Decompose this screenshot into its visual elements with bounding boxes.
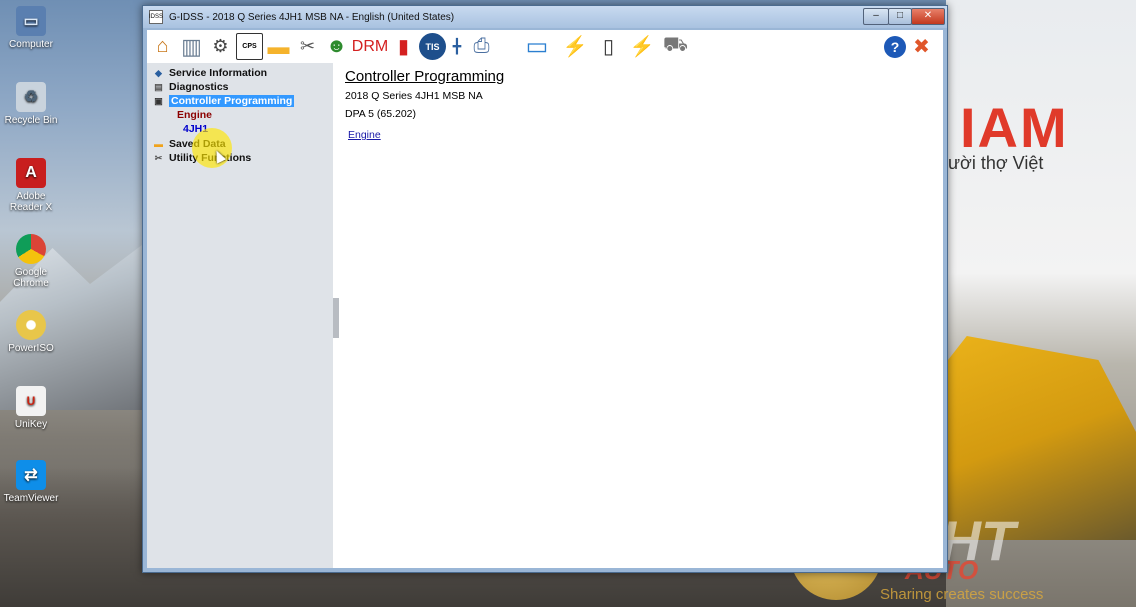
tree-item-diagnostics[interactable]: ▤ Diagnostics: [153, 81, 228, 93]
tree-item-service-information[interactable]: ◆ Service Information: [153, 67, 267, 79]
computer-icon: ▭: [16, 6, 46, 36]
exit-icon[interactable]: ✖: [908, 33, 935, 60]
wallpaper-brand-sub: ười thợ Việt: [948, 153, 1044, 173]
main-toolbar: ⌂ ▥ ⚙ CPS ▬ ✂ ☻ DRM ▮ TIS ╋ ⎙ ▭ ⚡ ▯ ⚡ ⛟ …: [147, 30, 943, 63]
tree-item-engine[interactable]: Engine: [177, 109, 212, 121]
diagnostic-tool-icon[interactable]: ⚙: [207, 33, 234, 60]
teamviewer-icon: ⇄: [16, 460, 46, 490]
maximize-button[interactable]: □: [888, 8, 912, 25]
pin-icon[interactable]: ╋: [448, 33, 466, 60]
chrome-icon: [16, 234, 46, 264]
unikey-icon: U: [16, 386, 46, 416]
printer-icon[interactable]: ⎙: [468, 33, 495, 60]
pane-splitter[interactable]: [333, 298, 339, 338]
flash-icon[interactable]: ⚡: [557, 33, 593, 60]
wallpaper-brand: IAM: [960, 96, 1069, 159]
desktop-icon-adobe-reader[interactable]: A Adobe Reader X: [2, 158, 60, 213]
desktop-icon-unikey[interactable]: U UniKey: [2, 386, 60, 430]
device-icon[interactable]: ▯: [595, 33, 622, 60]
page-title: Controller Programming: [345, 68, 505, 85]
wrench-icon[interactable]: ✂: [294, 33, 321, 60]
flash-disabled-icon[interactable]: ⚡: [624, 33, 660, 60]
vehicle-label: 2018 Q Series 4JH1 MSB NA: [345, 90, 483, 102]
window-title: G-IDSS - 2018 Q Series 4JH1 MSB NA - Eng…: [169, 11, 455, 23]
navigation-tree: ◆ Service Information ▤ Diagnostics ▣ Co…: [147, 63, 333, 568]
adobe-reader-icon: A: [16, 158, 46, 188]
close-button[interactable]: ✕: [911, 8, 945, 25]
tis-icon[interactable]: TIS: [419, 33, 446, 60]
desktop-icon-teamviewer[interactable]: ⇄ TeamViewer: [2, 460, 60, 504]
drm-icon[interactable]: DRM: [352, 33, 388, 60]
dpa-label: DPA 5 (65.202): [345, 108, 417, 120]
diagnostics-icon: ▤: [154, 81, 163, 92]
home-icon[interactable]: ⌂: [149, 33, 176, 60]
truck-icon[interactable]: ⛟: [662, 33, 689, 60]
bar-chart-icon[interactable]: ▮: [390, 33, 417, 60]
watermark-tagline: Sharing creates success: [880, 586, 1044, 603]
service-info-icon: ◆: [155, 67, 162, 78]
folder-icon[interactable]: ▬: [265, 33, 292, 60]
engine-link[interactable]: Engine: [348, 129, 381, 141]
desktop-icon-poweriso[interactable]: PowerISO: [2, 310, 60, 354]
help-icon[interactable]: ?: [884, 35, 906, 58]
app-icon: IDSS: [149, 10, 163, 24]
minimize-button[interactable]: –: [863, 8, 889, 25]
poweriso-icon: [16, 310, 46, 340]
tree-item-controller-programming[interactable]: ▣ Controller Programming: [153, 95, 295, 107]
utility-functions-icon: ✂: [154, 152, 163, 163]
desktop-icon-recycle-bin[interactable]: ♻ Recycle Bin: [2, 82, 60, 126]
desktop-icon-computer[interactable]: ▭ Computer: [2, 6, 60, 50]
window-titlebar[interactable]: IDSS G-IDSS - 2018 Q Series 4JH1 MSB NA …: [143, 6, 947, 28]
frog-icon[interactable]: ☻: [323, 33, 350, 60]
desktop-icon-chrome[interactable]: Google Chrome: [2, 234, 60, 289]
controller-programming-icon: ▣: [154, 95, 163, 106]
laptop-icon[interactable]: ▭: [519, 33, 555, 60]
book-icon[interactable]: ▥: [178, 33, 205, 60]
gidss-window: IDSS G-IDSS - 2018 Q Series 4JH1 MSB NA …: [142, 5, 948, 573]
saved-data-icon: ▬: [154, 139, 163, 149]
content-area: ◆ Service Information ▤ Diagnostics ▣ Co…: [147, 63, 943, 568]
cps-icon[interactable]: CPS: [236, 33, 263, 60]
recycle-bin-icon: ♻: [16, 82, 46, 112]
cursor-highlight: [192, 128, 232, 168]
